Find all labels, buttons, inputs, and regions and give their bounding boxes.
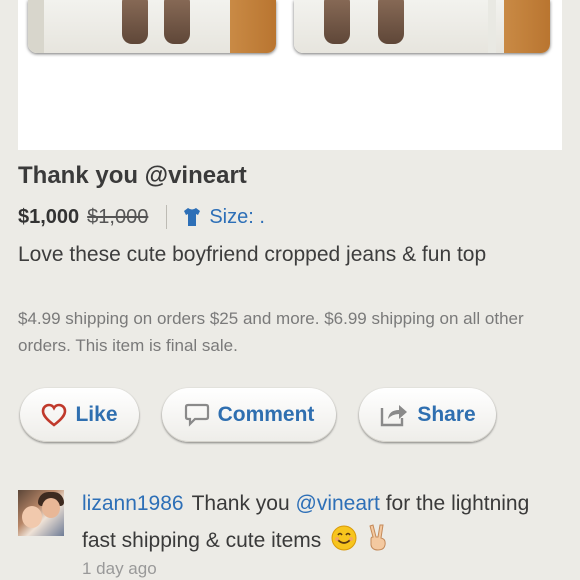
photo-detail: [488, 0, 496, 53]
photo-detail: [28, 0, 44, 53]
share-button[interactable]: Share: [359, 388, 496, 442]
listing-price: $1,000: [18, 205, 80, 228]
listing-photo-thumbnail[interactable]: [28, 0, 276, 53]
like-label: Like: [75, 403, 118, 426]
price-divider: [166, 205, 168, 229]
size-label[interactable]: Size: .: [209, 206, 265, 229]
price-row: $1,000 $1,000 Size: .: [18, 202, 265, 232]
listing-photo-thumbnail[interactable]: [294, 0, 550, 53]
smile-emoji-icon: [331, 525, 357, 551]
avatar-detail: [42, 498, 60, 518]
photo-detail: [164, 0, 190, 44]
comment-body-start: Thank you: [191, 492, 296, 515]
listing-photo-card: [18, 0, 562, 150]
comment-username[interactable]: lizann1986: [82, 492, 184, 515]
listing-description: Love these cute boyfriend cropped jeans …: [18, 243, 487, 266]
share-arrow-icon: [381, 405, 408, 427]
comment-text: lizann1986 Thank you @vineart for the lig…: [82, 485, 562, 559]
photo-detail: [122, 0, 148, 44]
avatar-detail: [22, 506, 42, 528]
photo-detail: [324, 0, 350, 44]
speech-bubble-icon: [184, 403, 209, 427]
shirt-icon: [184, 208, 201, 226]
comment-button[interactable]: Comment: [162, 388, 336, 442]
heart-icon: [42, 403, 67, 427]
like-button[interactable]: Like: [20, 388, 139, 442]
photo-detail: [230, 0, 276, 53]
avatar[interactable]: [18, 490, 64, 536]
original-price: $1,000: [87, 205, 149, 228]
photo-detail: [378, 0, 404, 44]
listing-title: Thank you @vineart: [18, 162, 247, 189]
photo-detail: [504, 0, 550, 53]
share-label: Share: [417, 403, 476, 426]
comment-mention[interactable]: @vineart: [296, 492, 380, 515]
comment-timestamp: 1 day ago: [82, 559, 157, 578]
shipping-info: $4.99 shipping on orders $25 and more. $…: [18, 309, 524, 355]
peace-hand-emoji-icon: [369, 524, 386, 551]
comment-label: Comment: [217, 403, 315, 426]
